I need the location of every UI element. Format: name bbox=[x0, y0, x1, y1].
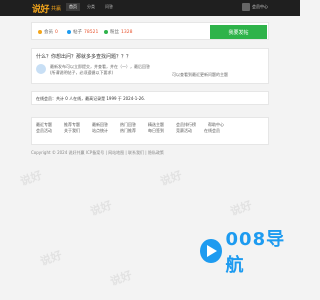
watermark-text: 说好 bbox=[18, 168, 44, 189]
link-item[interactable]: 关于我们 bbox=[64, 128, 80, 134]
online-notice: 在线会员：共计 0 人在线，最高记录是 1999 于 2024-1-26. bbox=[31, 91, 269, 105]
new-post-button[interactable]: 我要发帖 bbox=[210, 25, 267, 39]
fans-icon bbox=[104, 30, 108, 34]
question-title: 什么？你想出问？那就多多查找问题？？？ bbox=[36, 54, 132, 60]
copyright-footer: Copyright © 2024 说好共赢 ICP备案号 | 网站地图 | 联系… bbox=[31, 150, 164, 155]
play-icon bbox=[200, 239, 222, 263]
watermark-text: 说好 bbox=[228, 198, 254, 219]
top-navigation-bar: 说好 共赢 首页 分类 问答 会员中心 bbox=[0, 0, 300, 16]
stat-c-label: 粉丝 bbox=[110, 30, 119, 35]
brand-text: 008导航 bbox=[225, 229, 286, 276]
stat-a-value: 0 bbox=[55, 29, 58, 35]
watermark-text: 说好 bbox=[88, 198, 114, 219]
question-box: 什么？你想出问？那就多多查找问题？？？ 最新发布可以立即提交，并查看，并在（一）… bbox=[31, 48, 269, 84]
stat-a-label: 会员 bbox=[44, 30, 53, 35]
logo-main-text: 说好 bbox=[32, 4, 50, 15]
question-lines: 最新发布可以立即提交，并查看，并在（一），最后回答 (所谓说明帖子，必须遵循以下… bbox=[50, 64, 150, 76]
question-right-text[interactable]: 可以查看到最近更新问题的主题 bbox=[172, 72, 228, 78]
logo-sub-text: 共赢 bbox=[51, 5, 62, 12]
link-item[interactable]: 每日签到 bbox=[148, 128, 164, 134]
brand-logo[interactable]: 008导航 bbox=[200, 229, 296, 276]
link-item[interactable]: 竞赛活动 bbox=[176, 128, 192, 134]
link-item[interactable]: 站点统计 bbox=[92, 128, 108, 134]
avatar bbox=[242, 3, 250, 11]
nav-item-home[interactable]: 首页 bbox=[66, 3, 80, 11]
watermark-text: 说好 bbox=[108, 268, 134, 289]
stat-b-value: 78521 bbox=[84, 29, 99, 35]
nav-item-categories[interactable]: 分类 bbox=[84, 3, 98, 11]
links-row-2: 会员活动 关于我们 站点统计 热门推荐 每日签到 竞赛活动 在线会员 bbox=[36, 128, 264, 134]
nav-item-qa[interactable]: 问答 bbox=[102, 3, 116, 11]
main-nav: 首页 分类 问答 bbox=[66, 3, 116, 11]
watermark-text: 说好 bbox=[38, 248, 64, 269]
post-icon bbox=[67, 30, 71, 34]
stat-b: 帖子 78521 bbox=[67, 29, 98, 35]
link-item[interactable]: 热门推荐 bbox=[120, 128, 136, 134]
watermark-text: 说好 bbox=[158, 168, 184, 189]
user-icon bbox=[38, 30, 42, 34]
user-menu[interactable]: 会员中心 bbox=[242, 3, 268, 11]
stat-c-value: 1328 bbox=[121, 29, 133, 35]
user-label: 会员中心 bbox=[252, 4, 268, 9]
link-item[interactable]: 在线会员 bbox=[204, 128, 220, 134]
site-logo[interactable]: 说好 共赢 bbox=[32, 2, 62, 15]
stat-b-label: 帖子 bbox=[73, 30, 82, 35]
online-notice-text: 在线会员：共计 0 人在线，最高记录是 1999 于 2024-1-26. bbox=[36, 96, 146, 101]
footer-links: 最近专题 推荐专题 最新回答 热门回答 精选主题 会员排行榜 帮助中心 会员活动… bbox=[31, 117, 269, 145]
stats-bar: 会员 0 帖子 78521 粉丝 1328 我要发帖 bbox=[31, 22, 269, 40]
question-line-2: (所谓说明帖子，必须遵循以下要求) bbox=[50, 70, 114, 75]
link-item[interactable]: 会员活动 bbox=[36, 128, 52, 134]
stat-a: 会员 0 bbox=[38, 29, 58, 35]
question-body: 最新发布可以立即提交，并查看，并在（一），最后回答 (所谓说明帖子，必须遵循以下… bbox=[36, 64, 150, 76]
question-avatar bbox=[36, 64, 46, 74]
stat-c: 粉丝 1328 bbox=[104, 29, 132, 35]
